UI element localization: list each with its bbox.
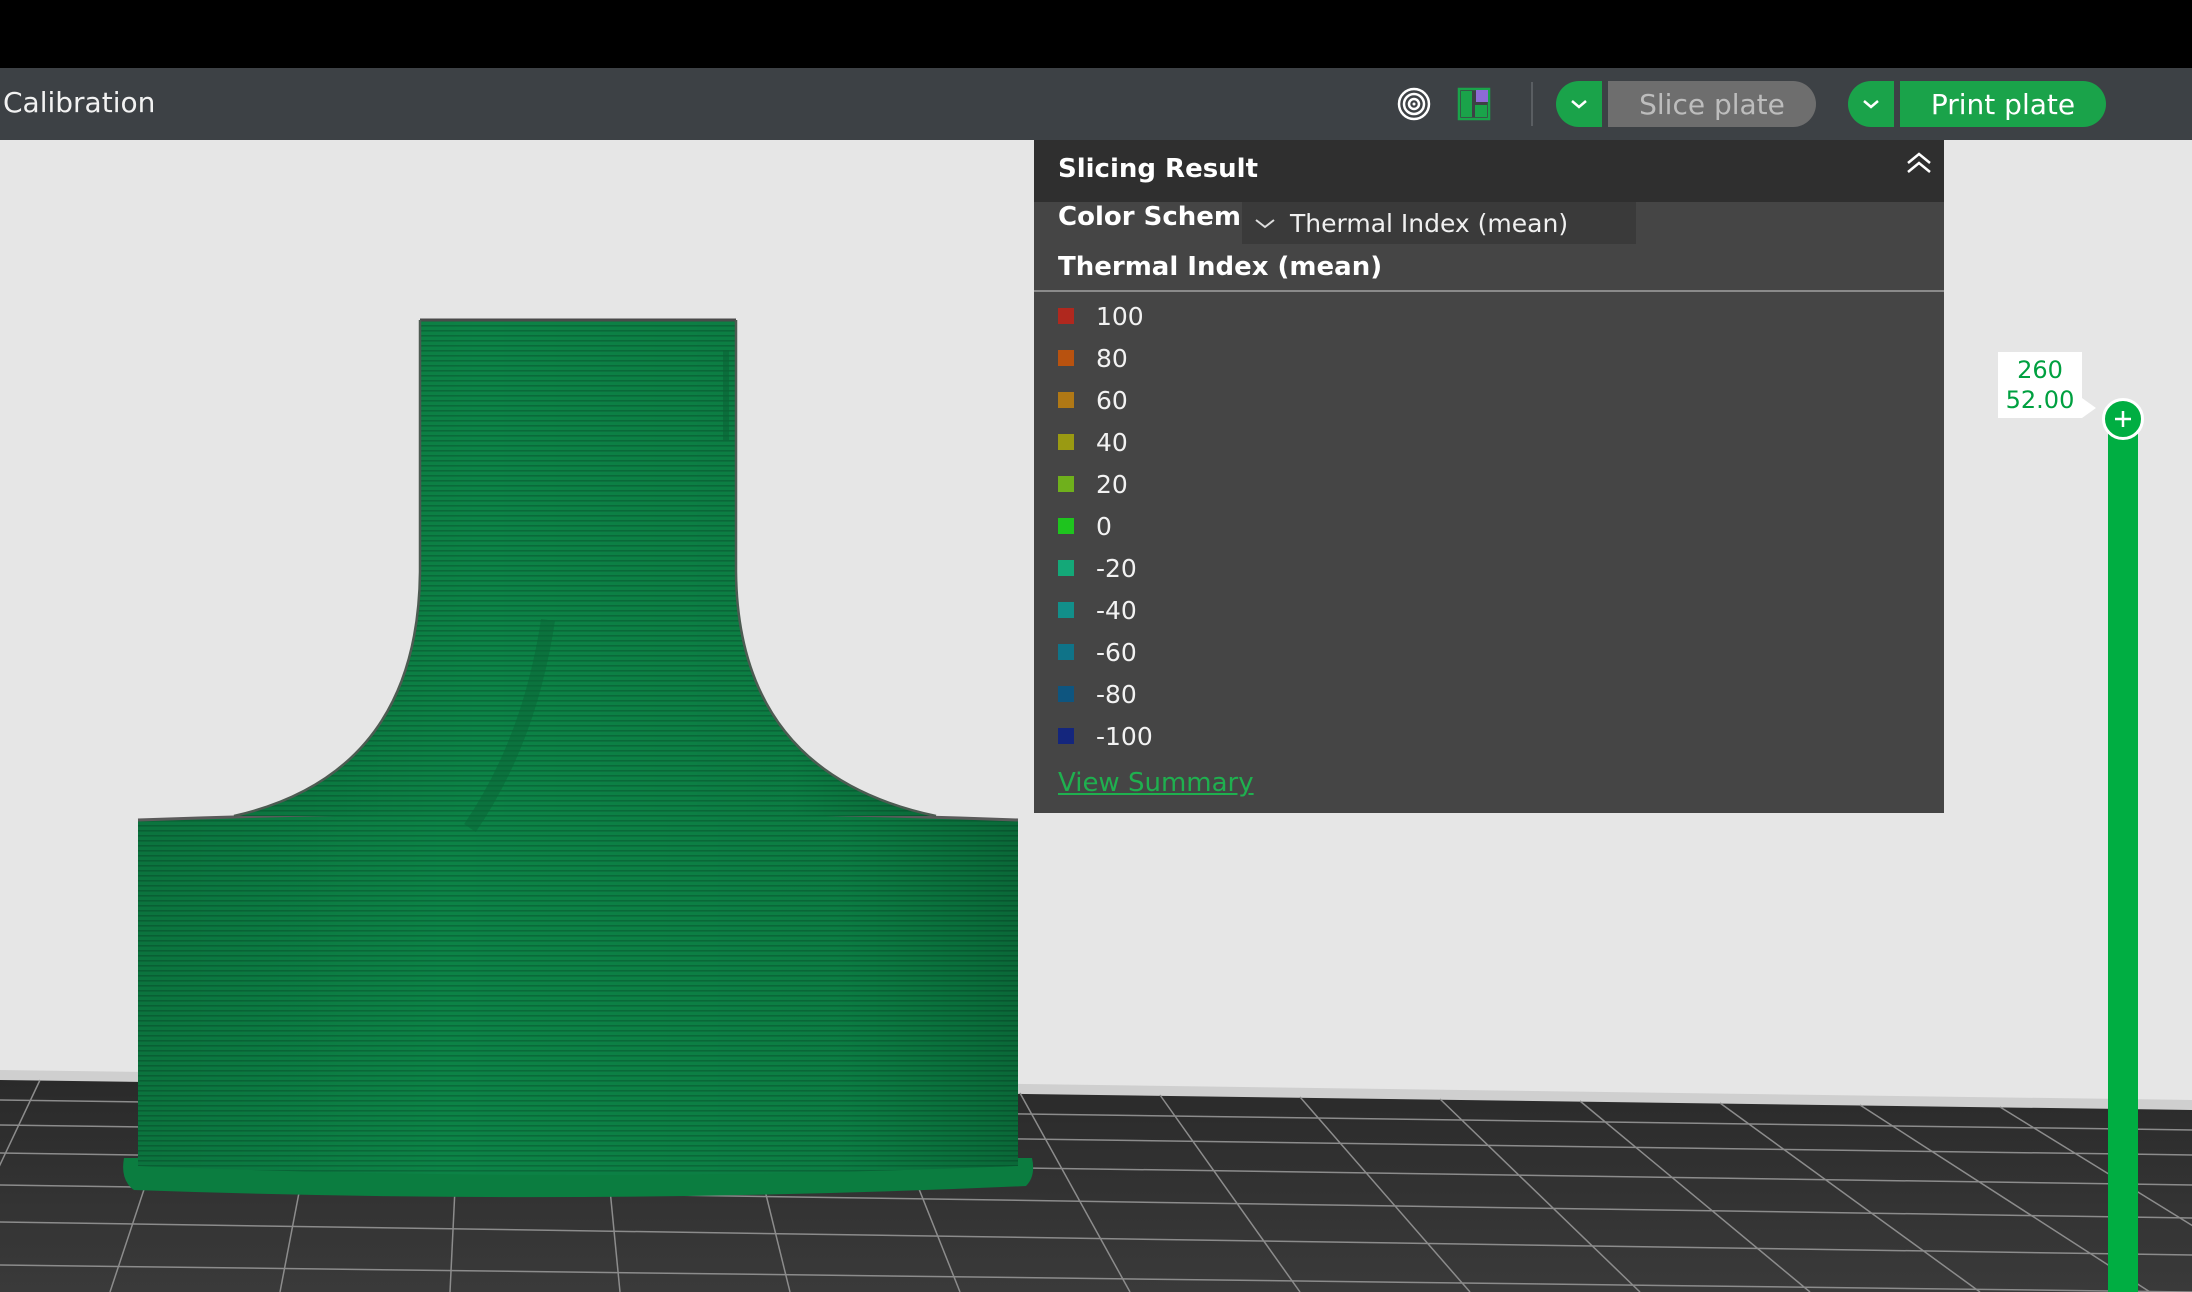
color-scheme-select[interactable]: Thermal Index (mean) [1242,202,1636,244]
legend-item: 0 [1058,505,1153,547]
chevron-down-icon [1255,219,1275,229]
legend-item: -20 [1058,547,1153,589]
collapse-icon[interactable] [1904,150,1934,178]
chevron-down-icon [1571,100,1587,109]
sliced-model [123,318,1034,1198]
legend-value: 40 [1096,427,1128,457]
toolbar-separator [1531,82,1533,126]
legend-swatch [1058,644,1074,660]
legend-value: 0 [1096,511,1112,541]
layout-icon[interactable] [1456,86,1492,122]
view-summary-link[interactable]: View Summary [1058,768,1254,798]
slice-plate-button[interactable]: Slice plate [1608,81,1816,127]
legend-swatch [1058,602,1074,618]
legend-item: 60 [1058,379,1153,421]
legend-swatch [1058,350,1074,366]
legend-swatch [1058,476,1074,492]
layer-slider-track[interactable] [2108,420,2138,1292]
layer-info-box: 260 52.00 [1998,352,2082,418]
legend-item: 80 [1058,337,1153,379]
legend-item: 20 [1058,463,1153,505]
legend-item: -60 [1058,631,1153,673]
legend-value: 60 [1096,385,1128,415]
legend-value: -40 [1096,595,1137,625]
slice-dropdown-button[interactable] [1556,81,1602,127]
legend-swatch [1058,308,1074,324]
print-plate-button[interactable]: Print plate [1900,81,2106,127]
legend-value: 20 [1096,469,1128,499]
layer-number: 260 [2017,356,2063,384]
plus-icon [2115,411,2131,427]
legend-value: -20 [1096,553,1137,583]
legend-swatch [1058,518,1074,534]
target-icon[interactable] [1396,86,1432,122]
top-toolbar: Calibration Slice plate Print plate [0,68,2192,140]
color-scheme-value: Thermal Index (mean) [1290,208,1569,238]
legend-swatch [1058,560,1074,576]
legend-divider [1034,290,1944,292]
legend-title: Thermal Index (mean) [1058,252,1383,282]
slicing-result-panel: Slicing Result Color Scheme Thermal Inde… [1034,140,1944,813]
chevron-down-icon [1863,100,1879,109]
layer-height: 52.00 [2005,386,2075,414]
thermal-index-legend: 100 80 60 40 20 0 -20 -40 -60 -80 -100 [1058,295,1153,757]
legend-item: 40 [1058,421,1153,463]
legend-value: 80 [1096,343,1128,373]
legend-value: -100 [1096,721,1153,751]
legend-item: -40 [1058,589,1153,631]
legend-swatch [1058,392,1074,408]
panel-header: Slicing Result [1034,140,1944,202]
panel-title: Slicing Result [1058,154,1259,184]
color-scheme-label: Color Scheme [1058,202,1259,232]
title-bar [0,0,2192,68]
legend-swatch [1058,686,1074,702]
calibration-menu[interactable]: Calibration [3,86,155,119]
print-dropdown-button[interactable] [1848,81,1894,127]
layer-info-pointer [2082,398,2096,418]
legend-swatch [1058,728,1074,744]
legend-swatch [1058,434,1074,450]
legend-value: -60 [1096,637,1137,667]
layer-slider-handle[interactable] [2102,398,2144,440]
legend-value: 100 [1096,301,1144,331]
legend-value: -80 [1096,679,1137,709]
legend-item: -80 [1058,673,1153,715]
legend-item: -100 [1058,715,1153,757]
legend-item: 100 [1058,295,1153,337]
